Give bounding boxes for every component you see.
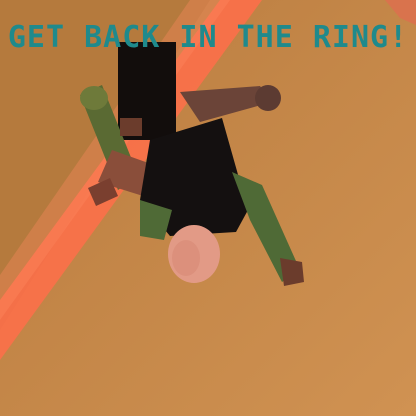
character-right-fist	[255, 85, 281, 111]
game-viewport: GET BACK IN THE RING!	[0, 0, 416, 416]
character-left-shoulder	[80, 86, 108, 110]
hud-warning-message: GET BACK IN THE RING!	[7, 20, 409, 55]
character-boot	[280, 258, 304, 286]
game-scene	[0, 0, 416, 416]
character-head-shade	[172, 240, 200, 276]
character-belt	[120, 118, 142, 136]
